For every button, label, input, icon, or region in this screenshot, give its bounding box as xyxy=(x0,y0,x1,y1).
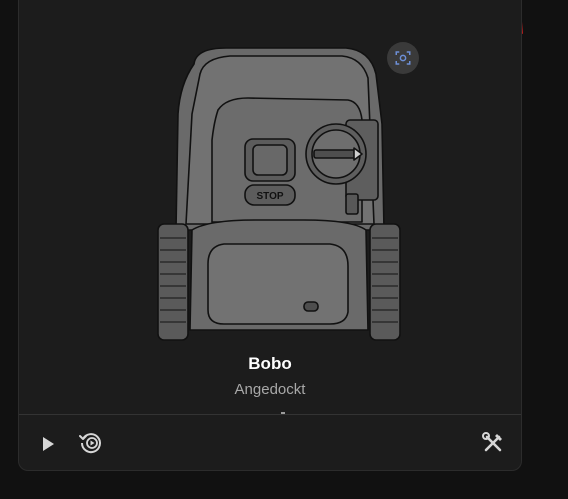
device-status: Angedockt xyxy=(234,381,306,398)
mower-image: STOP xyxy=(157,47,401,341)
maintenance-button[interactable] xyxy=(478,428,508,458)
mower-card: STOP Bobo Angedockt xyxy=(18,0,522,471)
return-to-dock-icon xyxy=(79,433,101,454)
device-name: Bobo xyxy=(248,354,292,373)
start-mowing-button[interactable] xyxy=(33,429,63,459)
return-to-dock-button[interactable] xyxy=(76,428,106,458)
card-divider xyxy=(19,414,521,415)
play-icon xyxy=(43,437,54,451)
mower-stop-label: STOP xyxy=(256,191,283,202)
tools-icon xyxy=(482,432,502,452)
